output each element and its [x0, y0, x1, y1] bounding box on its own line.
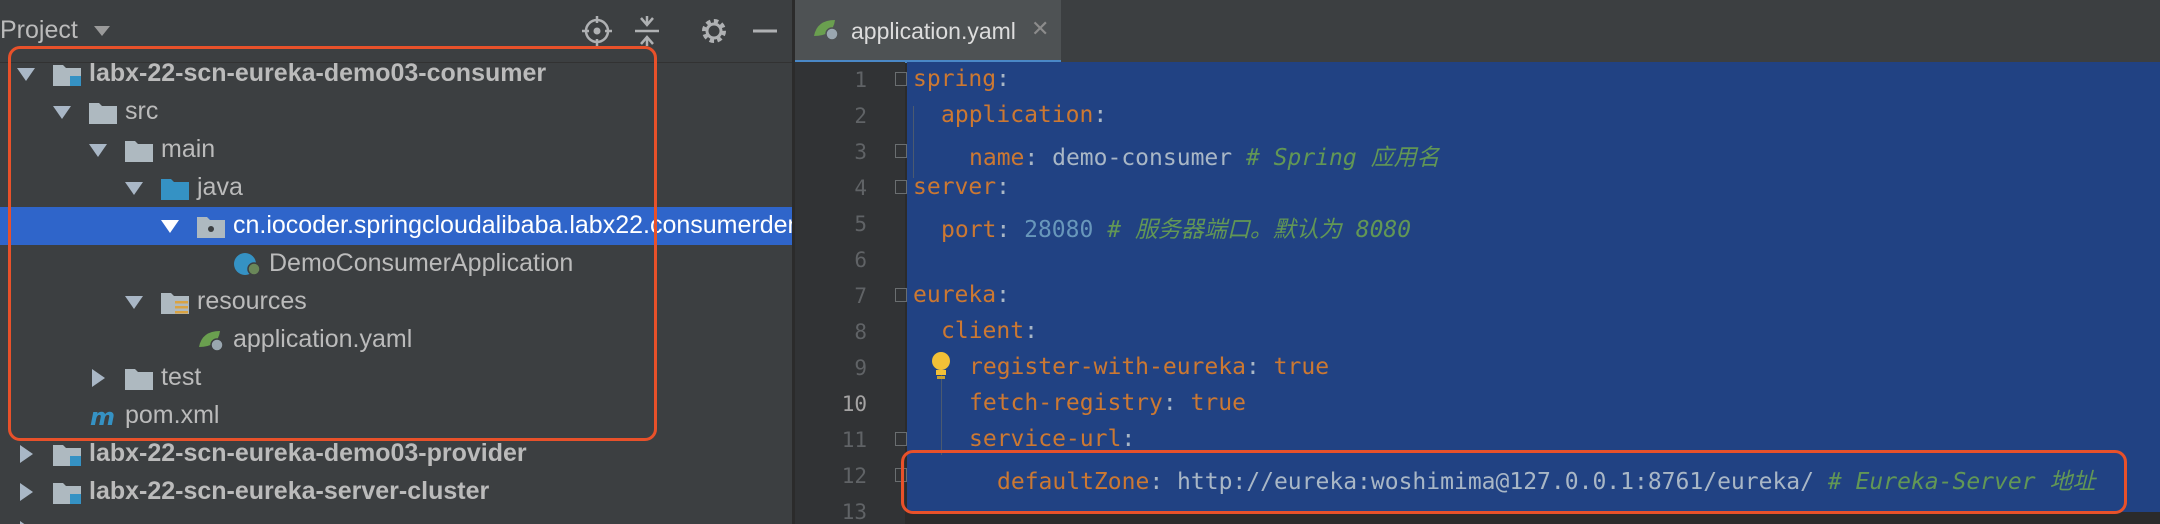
- line-number: 7: [854, 284, 867, 308]
- collapse-all-icon[interactable]: [630, 14, 664, 48]
- line-number: 3: [854, 140, 867, 164]
- code-line-7[interactable]: eureka:: [913, 282, 1010, 308]
- code-line-3[interactable]: name: demo-consumer # Spring 应用名: [969, 138, 1440, 172]
- locate-file-icon[interactable]: [580, 14, 614, 48]
- fold-marker-icon[interactable]: [895, 288, 907, 302]
- line-number: 9: [854, 356, 867, 380]
- close-tab-icon[interactable]: ✕: [1031, 16, 1049, 42]
- code-line-8[interactable]: client:: [941, 318, 1038, 344]
- tree-node-label: labx-22-scn-eureka-demo03-provider: [89, 439, 527, 467]
- fold-marker-icon[interactable]: [895, 180, 907, 194]
- annotation-highlight-box: [901, 450, 2127, 514]
- fold-marker-icon[interactable]: [895, 144, 907, 158]
- code-editor: application.yaml ✕ 1 2 3 4 5 6 7 8 9 10 …: [795, 0, 2160, 524]
- tab-application-yaml[interactable]: application.yaml ✕: [795, 0, 1061, 63]
- hide-panel-icon[interactable]: [748, 14, 782, 48]
- collapsed-arrow-icon[interactable]: [20, 445, 33, 463]
- line-number-current: 10: [841, 392, 867, 416]
- spring-yaml-icon: [814, 20, 839, 41]
- line-number: 5: [854, 212, 867, 236]
- fold-marker-icon[interactable]: [895, 432, 907, 446]
- code-line-9[interactable]: register-with-eureka: true: [969, 354, 1329, 380]
- lightbulb-intention-icon[interactable]: [929, 350, 953, 382]
- code-line-5[interactable]: port: 28080 # 服务器端口。默认为 8080: [941, 210, 1411, 244]
- project-tool-window: Project labx-22-scn-eureka-demo03-consum…: [0, 0, 792, 524]
- line-number: 6: [854, 248, 867, 272]
- view-selector-caret-icon[interactable]: [94, 26, 110, 36]
- module-folder-icon: [53, 483, 81, 504]
- indent-guide: [913, 106, 914, 178]
- tree-node-partial: [0, 511, 792, 524]
- line-number: 4: [854, 176, 867, 200]
- editor-tab-bar: application.yaml ✕: [795, 0, 2160, 63]
- project-view-title[interactable]: Project: [0, 16, 78, 45]
- code-line-10[interactable]: fetch-registry: true: [969, 390, 1246, 416]
- collapsed-arrow-icon[interactable]: [20, 483, 33, 501]
- module-folder-icon: [53, 445, 81, 466]
- line-number: 1: [854, 68, 867, 92]
- code-line-1[interactable]: spring:: [913, 66, 1010, 92]
- code-line-11[interactable]: service-url:: [969, 426, 1135, 452]
- tab-label: application.yaml: [851, 18, 1016, 44]
- annotation-highlight-box: [8, 46, 657, 441]
- tree-node-label: labx-22-scn-eureka-server-cluster: [89, 477, 490, 505]
- code-line-4[interactable]: server:: [913, 174, 1010, 200]
- code-line-2[interactable]: application:: [941, 102, 1107, 128]
- line-number: 13: [841, 500, 867, 524]
- line-number: 11: [841, 428, 867, 452]
- gear-icon[interactable]: [697, 14, 731, 48]
- fold-marker-icon[interactable]: [895, 72, 907, 86]
- line-number: 8: [854, 320, 867, 344]
- line-number: 12: [841, 464, 867, 488]
- line-number-gutter: 1 2 3 4 5 6 7 8 9 10 11 12 13: [795, 62, 907, 524]
- tree-node-server-cluster-module[interactable]: labx-22-scn-eureka-server-cluster: [0, 473, 792, 511]
- line-number: 2: [854, 104, 867, 128]
